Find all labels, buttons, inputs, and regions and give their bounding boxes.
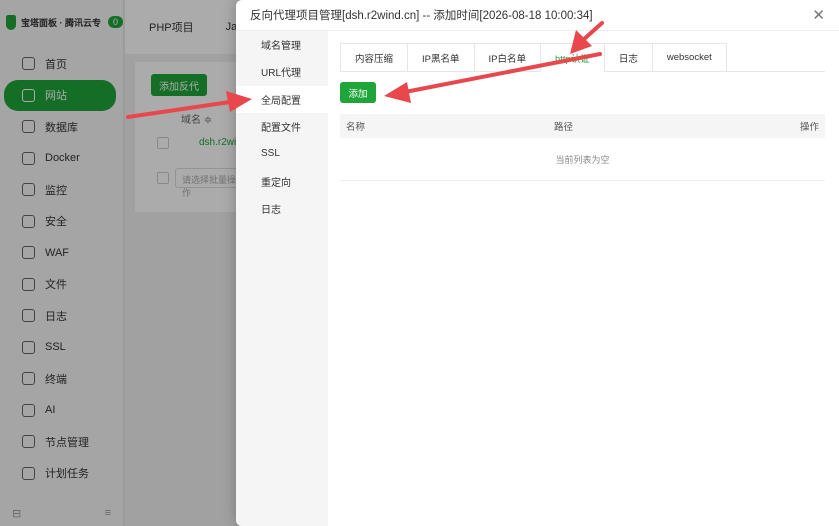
config-tab[interactable]: 日志: [603, 43, 653, 72]
modal-side-menu: 域名管理 URL代理 全局配置 配置文件 SSL 重定向 日志: [236, 31, 328, 526]
column-name: 名称: [346, 122, 366, 133]
side-menu-item[interactable]: 重定向: [236, 167, 328, 194]
auth-table: 名称 路径 操作 当前列表为空: [340, 114, 825, 181]
config-tab[interactable]: 内容压缩: [340, 43, 409, 72]
modal-header: 反向代理项目管理[dsh.r2wind.cn] -- 添加时间[2026-08-…: [236, 0, 839, 31]
config-tab[interactable]: IP白名单: [473, 43, 541, 72]
column-actions: 操作: [799, 122, 819, 133]
modal-body: 域名管理 URL代理 全局配置 配置文件 SSL 重定向 日志 内容压缩 IP黑名单 IP白名单…: [236, 31, 839, 526]
add-button[interactable]: 添加: [340, 82, 376, 103]
side-menu-item[interactable]: 全局配置: [236, 85, 328, 113]
config-tab[interactable]: websocket: [651, 43, 727, 72]
proxy-manage-modal: 反向代理项目管理[dsh.r2wind.cn] -- 添加时间[2026-08-…: [236, 0, 839, 526]
table-header: 名称 路径 操作: [340, 114, 825, 138]
config-tabs: 内容压缩 IP黑名单 IP白名单 http认证 日志 websocket: [340, 43, 825, 72]
side-menu-item[interactable]: 域名管理: [236, 31, 328, 58]
side-menu-item[interactable]: 日志: [236, 195, 328, 222]
config-tab[interactable]: http认证: [539, 43, 605, 72]
column-path: 路径: [554, 122, 574, 133]
config-tab[interactable]: IP黑名单: [407, 43, 475, 72]
modal-title: 反向代理项目管理[dsh.r2wind.cn] -- 添加时间[2026-08-…: [250, 10, 593, 22]
side-menu-item[interactable]: 配置文件: [236, 113, 328, 140]
empty-state: 当前列表为空: [340, 138, 825, 181]
close-icon[interactable]: ✕: [812, 8, 825, 23]
modal-content: 内容压缩 IP黑名单 IP白名单 http认证 日志 websocket 添加 名称 路径…: [340, 31, 825, 526]
side-menu-item[interactable]: SSL: [236, 140, 328, 167]
side-menu-item[interactable]: URL代理: [236, 58, 328, 85]
